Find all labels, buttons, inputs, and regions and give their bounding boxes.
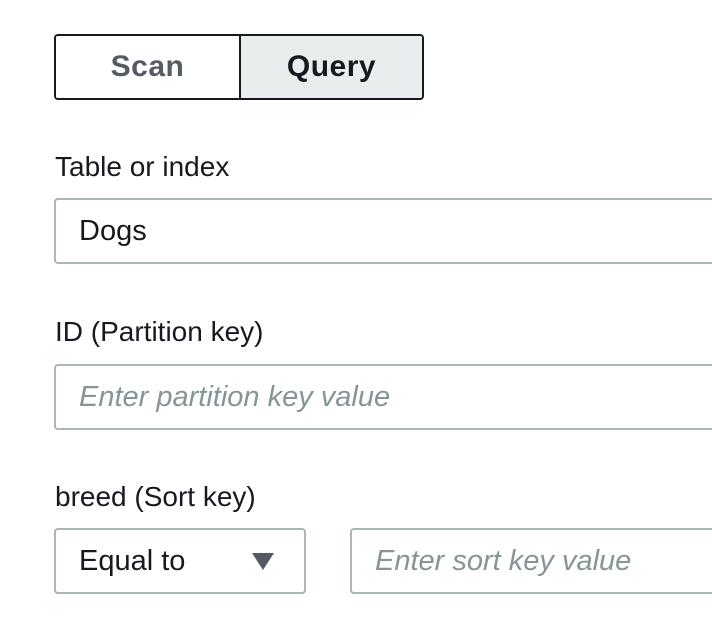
partition-key-placeholder: Enter partition key value [79, 380, 391, 413]
partition-key-input[interactable]: Enter partition key value [54, 364, 712, 430]
sort-key-label: breed (Sort key) [55, 481, 256, 512]
caret-down-icon [252, 552, 274, 570]
query-button[interactable]: Query [241, 36, 422, 98]
table-select-value: Dogs [79, 214, 147, 247]
sort-key-input[interactable]: Enter sort key value [350, 528, 712, 594]
partition-key-label: ID (Partition key) [55, 316, 264, 347]
table-select[interactable]: Dogs [54, 198, 712, 264]
table-label: Table or index [55, 151, 230, 182]
scan-query-toggle: Scan Query [54, 34, 424, 100]
sort-key-operator-value: Equal to [79, 544, 186, 577]
sort-key-operator-select[interactable]: Equal to [54, 528, 306, 594]
sort-key-placeholder: Enter sort key value [375, 544, 632, 577]
scan-button[interactable]: Scan [56, 36, 241, 98]
